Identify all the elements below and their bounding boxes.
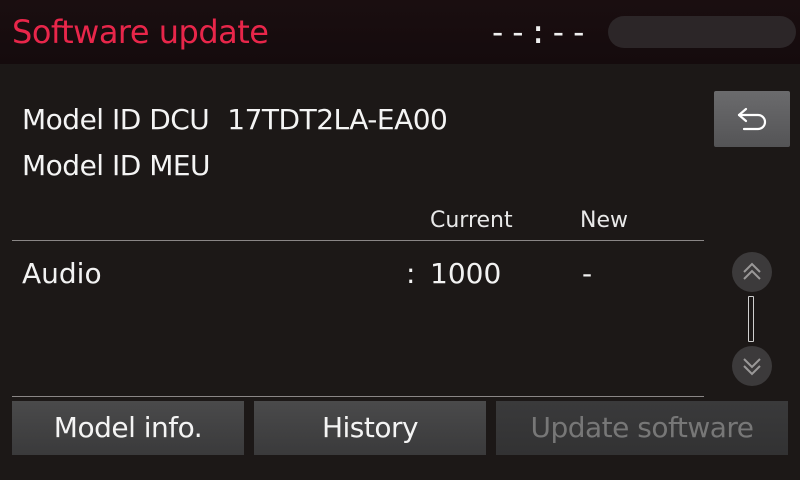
- scroll-up-button[interactable]: [732, 252, 772, 292]
- model-info-button[interactable]: Model info.: [12, 401, 244, 455]
- double-chevron-up-icon: [743, 262, 761, 280]
- row-new-version: -: [582, 257, 593, 290]
- divider: [12, 240, 704, 241]
- model-id-dcu-label: Model ID DCU: [22, 103, 210, 136]
- row-label: Audio: [22, 257, 102, 290]
- row-current-version: 1000: [430, 257, 502, 290]
- double-chevron-down-icon: [743, 358, 761, 376]
- update-software-button[interactable]: Update software: [496, 401, 788, 455]
- back-arrow-icon: [737, 107, 767, 131]
- back-button[interactable]: [714, 91, 790, 147]
- page-title: Software update: [12, 13, 269, 51]
- model-id-meu-row: Model ID MEU: [22, 146, 211, 186]
- divider: [12, 396, 704, 397]
- column-header-new: New: [580, 208, 628, 233]
- row-separator: :: [406, 257, 416, 290]
- history-button[interactable]: History: [254, 401, 486, 455]
- column-header-current: Current: [430, 208, 513, 233]
- status-area: [608, 16, 796, 48]
- model-id-meu-label: Model ID MEU: [22, 149, 211, 182]
- model-id-dcu-value: 17TDT2LA-EA00: [227, 103, 448, 136]
- header-bar: Software update --:--: [0, 0, 800, 64]
- scrollbar[interactable]: [748, 296, 754, 342]
- clock-display: --:--: [488, 13, 590, 51]
- model-id-dcu-row: Model ID DCU 17TDT2LA-EA00: [22, 100, 448, 140]
- scroll-down-button[interactable]: [732, 346, 772, 386]
